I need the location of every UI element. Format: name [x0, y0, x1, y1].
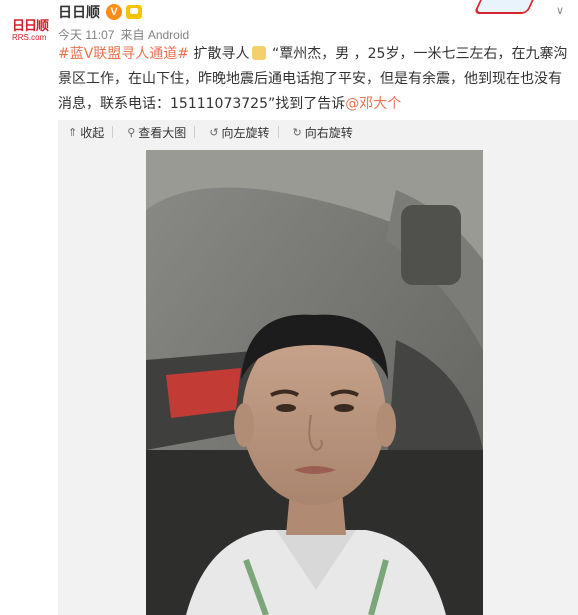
collapse-label: 收起: [80, 125, 105, 140]
post-time[interactable]: 今天 11:07: [58, 26, 114, 43]
post-source: 来自 Android: [120, 28, 190, 42]
media-toolbar: ⇑ 收起 ⚲ 查看大图 ↺ 向左旋转 ↻ 向右旋转: [58, 120, 578, 144]
collapse-button[interactable]: ⇑ 收起: [68, 124, 104, 141]
account-avatar[interactable]: 日日顺 RRS.com: [8, 6, 52, 50]
post-text-intro: 扩散寻人: [189, 46, 250, 62]
divider: [277, 126, 279, 138]
person-photo-illustration: [146, 150, 483, 615]
rotate-right-label: 向右旋转: [304, 125, 353, 140]
post-text: #蓝V联盟寻人通道# 扩散寻人 “覃州杰，男 ，25岁，一米七三左右，在九寨沟景…: [58, 42, 568, 117]
rotate-right-icon: ↻: [292, 126, 302, 139]
pray-emoji-icon: [251, 46, 266, 60]
account-name[interactable]: 日日顺: [58, 2, 100, 22]
photo-container: [58, 144, 578, 615]
hashtag-link[interactable]: #蓝V联盟寻人通道#: [58, 46, 189, 62]
logo-text: 日日顺: [12, 19, 49, 34]
view-large-button[interactable]: ⚲ 查看大图: [127, 124, 186, 141]
verified-badge-icon[interactable]: V: [106, 4, 122, 20]
rotate-left-button[interactable]: ↺ 向左旋转: [209, 124, 269, 141]
search-icon: ⚲: [127, 126, 136, 139]
rotate-left-icon: ↺: [209, 126, 219, 139]
divider: [112, 126, 114, 138]
collapse-icon: ⇑: [68, 126, 78, 139]
mention-link[interactable]: @邓大个: [345, 96, 401, 112]
divider: [194, 126, 196, 138]
logo-domain: RRS.com: [12, 33, 47, 42]
rotate-left-label: 向左旋转: [221, 125, 270, 140]
post-meta: 今天 11:07 来自 Android: [58, 26, 189, 43]
rotate-right-button[interactable]: ↻ 向右旋转: [293, 124, 353, 141]
chevron-down-icon[interactable]: ∨: [556, 4, 564, 17]
post-header: 日日顺 V: [58, 2, 142, 22]
post-photo[interactable]: [146, 150, 483, 615]
view-large-label: 查看大图: [138, 125, 187, 140]
decorative-corner-graphic: [470, 0, 540, 16]
crown-icon[interactable]: [126, 5, 142, 19]
